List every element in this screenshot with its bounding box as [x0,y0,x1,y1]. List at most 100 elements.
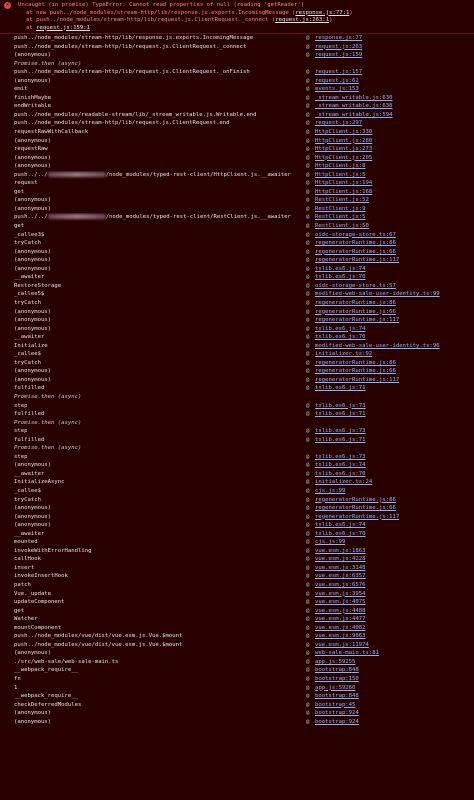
at-symbol: @ [306,69,310,76]
at-symbol: @ [306,402,310,409]
trace-text: ) [349,9,353,16]
error-trace-line-2: at push../node_modules/stream-http/lib/r… [4,17,470,25]
source-link[interactable]: tslib.es6.js:73 [315,402,366,411]
source-link[interactable]: vue.esm.js:4488 [315,607,366,616]
source-link[interactable]: HttpClient.js:330 [315,128,372,137]
stack-frame-row: (anonymous) @ bootstrap:924 [0,709,474,718]
source-link[interactable]: RestClient.js:52 [315,196,369,205]
source-link[interactable]: initializer.ts:92 [315,350,372,359]
source-link[interactable]: HttpClient.js:205 [315,154,372,163]
source-link[interactable]: oidc-storage-store.ts:57 [315,282,396,291]
source-link[interactable]: regeneratorRuntime.js:117 [315,376,399,385]
at-symbol: @ [306,103,310,110]
source-link[interactable]: vue.esm.js:11974 [315,641,369,650]
source-link[interactable]: request.js:297 [315,119,362,128]
source-link[interactable]: request.js:62 [315,77,359,86]
source-link[interactable]: tslib.es6.js:73 [315,427,366,436]
source-link[interactable]: request.js:157 [315,68,362,77]
trace-link[interactable]: request.js:159:1 [36,25,90,31]
source-link[interactable]: cjs.js:99 [315,487,345,496]
source-link[interactable]: app.js:59255 [315,658,355,667]
source-link[interactable]: vue.esm.js:3954 [315,590,366,599]
source-link[interactable]: tslib.es6.js:73 [315,453,366,462]
source-link[interactable]: request.js:263 [315,43,362,52]
trace-link[interactable]: request.js:263:1 [275,17,329,23]
source-link[interactable]: tslib.es6.js:74 [315,325,366,334]
source-link[interactable]: HttpClient.js:168 [315,188,372,197]
source-link[interactable]: tslib.es6.js:71 [315,384,366,393]
source-link[interactable]: RestClient.js:5 [315,213,366,222]
source-link[interactable]: RestClient.js:9 [315,205,366,214]
source-link[interactable]: _stream_writable.js:594 [315,111,392,120]
function-name: push../node_modules/stream-http/lib/requ… [14,43,247,50]
source-link[interactable]: app.js:59260 [315,684,355,693]
source-link[interactable]: regeneratorRuntime.js:86 [315,496,396,505]
function-name: emit [14,86,28,93]
source-link[interactable]: HttpClient.js:280 [315,137,372,146]
source-link[interactable]: regeneratorRuntime.js:66 [315,367,396,376]
source-link[interactable]: request.js:159 [315,51,362,60]
source-link[interactable]: bootstrap:848 [315,692,359,701]
source-link[interactable]: tslib.es6.js:70 [315,273,366,282]
source-link[interactable]: regeneratorRuntime.js:66 [315,248,396,257]
source-link[interactable]: initializer.ts:24 [315,478,372,487]
source-link[interactable]: vue.esm.js:4082 [315,624,366,633]
function-name: (anonymous) [14,368,52,375]
source-link[interactable]: regeneratorRuntime.js:86 [315,359,396,368]
source-link[interactable]: cjs.js:99 [315,538,345,547]
at-symbol: @ [306,180,310,187]
source-link[interactable]: HttpClient.js:194 [315,179,372,188]
source-link[interactable]: oidc-storage-store.ts:67 [315,231,396,240]
source-link[interactable]: tslib.es6.js:71 [315,436,366,445]
source-link[interactable]: regeneratorRuntime.js:66 [315,504,396,513]
source-link[interactable]: bootstrap:150 [315,675,359,684]
source-link[interactable]: tslib.es6.js:74 [315,521,366,530]
source-link[interactable]: regeneratorRuntime.js:117 [315,256,399,265]
source-link[interactable]: tslib.es6.js:70 [315,470,366,479]
source-link[interactable]: tslib.es6.js:74 [315,265,366,274]
source-link[interactable]: regeneratorRuntime.js:86 [315,239,396,248]
source-link[interactable]: _stream_writable.js:630 [315,94,392,103]
at-symbol: @ [306,376,310,383]
source-link[interactable]: tslib.es6.js:70 [315,333,366,342]
source-link[interactable]: vue.esm.js:4075 [315,598,366,607]
source-link[interactable]: regeneratorRuntime.js:117 [315,316,399,325]
source-link[interactable]: HttpClient.js:273 [315,145,372,154]
at-symbol: @ [306,52,310,59]
source-link[interactable]: events.js:153 [315,85,359,94]
source-link[interactable]: response.js:77 [315,34,362,43]
source-link[interactable]: regeneratorRuntime.js:117 [315,513,399,522]
source-link[interactable]: RestClient.js:50 [315,222,369,231]
source-link[interactable]: _stream_writable.js:638 [315,102,392,111]
source-link[interactable]: regeneratorRuntime.js:66 [315,308,396,317]
source-link[interactable]: regeneratorRuntime.js:86 [315,299,396,308]
source-link[interactable]: vue.esm.js:4477 [315,615,366,624]
at-symbol: @ [306,163,310,170]
function-name: updateComponent [14,599,65,606]
stack-frame-row: tryCatch @ regeneratorRuntime.js:86 [0,496,474,505]
at-symbol: @ [306,513,310,520]
source-link[interactable]: vue.esm.js:1863 [315,547,366,556]
source-link[interactable]: modified-web-sale-user-identity.ts:96 [315,342,440,351]
source-link[interactable]: bootstrap:924 [315,709,359,718]
source-link[interactable]: modified-web-sale-user-identity.ts:99 [315,290,440,299]
source-link[interactable]: tslib.es6.js:74 [315,461,366,470]
source-link[interactable]: vue.esm.js:6576 [315,581,366,590]
source-link[interactable]: web-sale-main.ts:81 [315,649,379,658]
source-link[interactable]: HttpClient.js:5 [315,171,366,180]
trace-link[interactable]: response.js:77:1 [295,10,349,16]
source-link[interactable]: bootstrap:848 [315,666,359,675]
at-symbol: @ [306,522,310,529]
stack-frame-row: Watcher @ vue.esm.js:4477 [0,615,474,624]
source-link[interactable]: vue.esm.js:4228 [315,555,366,564]
source-link[interactable]: vue.esm.js:9063 [315,632,366,641]
stack-frame-row: (anonymous) @ request.js:159 [0,51,474,60]
source-link[interactable]: vue.esm.js:6357 [315,572,366,581]
stack-frame-row: (anonymous) @ tslib.es6.js:74 [0,325,474,334]
source-link[interactable]: vue.esm.js:3148 [315,564,366,573]
source-link[interactable]: tslib.es6.js:71 [315,410,366,419]
source-link[interactable]: HttpClient.js:8 [315,162,366,171]
source-link[interactable]: tslib.es6.js:70 [315,530,366,539]
source-link[interactable]: bootstrap:45 [315,701,355,710]
source-link[interactable]: bootstrap:924 [315,718,359,727]
